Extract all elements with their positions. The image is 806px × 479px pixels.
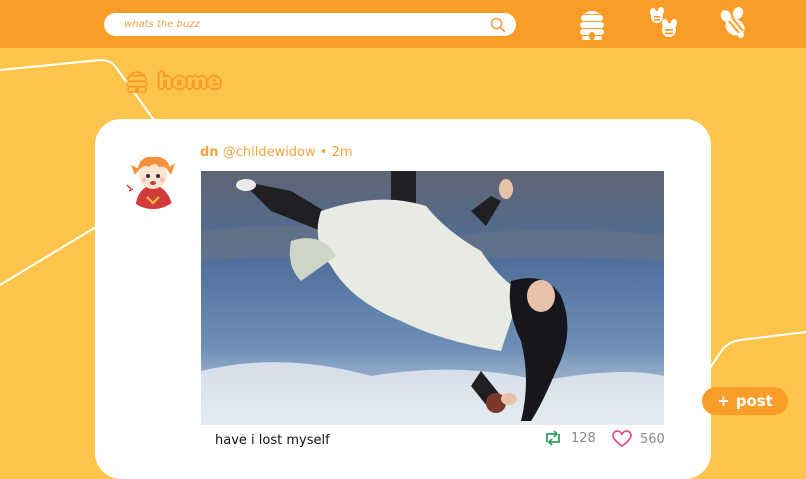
bee-notifications-icon[interactable] (645, 6, 681, 42)
search-bar[interactable] (104, 13, 516, 36)
repost-icon (546, 430, 560, 446)
page-title: home (158, 69, 222, 93)
search-icon[interactable] (490, 17, 506, 33)
search-input[interactable] (124, 19, 490, 30)
post-time: 2m (331, 145, 353, 160)
repost-count: 128 (571, 430, 596, 446)
new-post-label: post (735, 392, 773, 410)
author-name[interactable]: dn (200, 145, 219, 160)
post-caption: have i lost myself (215, 433, 330, 448)
author-handle[interactable]: @childewidow (223, 145, 316, 160)
repost-button[interactable]: 128 (543, 430, 596, 446)
bee-profile-icon[interactable] (716, 6, 752, 42)
like-button[interactable]: 560 (612, 430, 665, 448)
avatar[interactable] (121, 145, 185, 209)
new-post-button[interactable]: + post (702, 387, 788, 415)
meta-separator: • (319, 145, 328, 160)
post-image[interactable] (201, 171, 664, 425)
plus-icon: + (717, 392, 730, 410)
beehive-icon[interactable] (574, 6, 610, 42)
beehive-icon (126, 71, 148, 93)
post-meta: dn @childewidow • 2m (200, 145, 353, 161)
top-bar (0, 0, 806, 48)
heart-icon (612, 430, 632, 448)
like-count: 560 (640, 431, 665, 447)
page-heading: home (124, 66, 221, 96)
